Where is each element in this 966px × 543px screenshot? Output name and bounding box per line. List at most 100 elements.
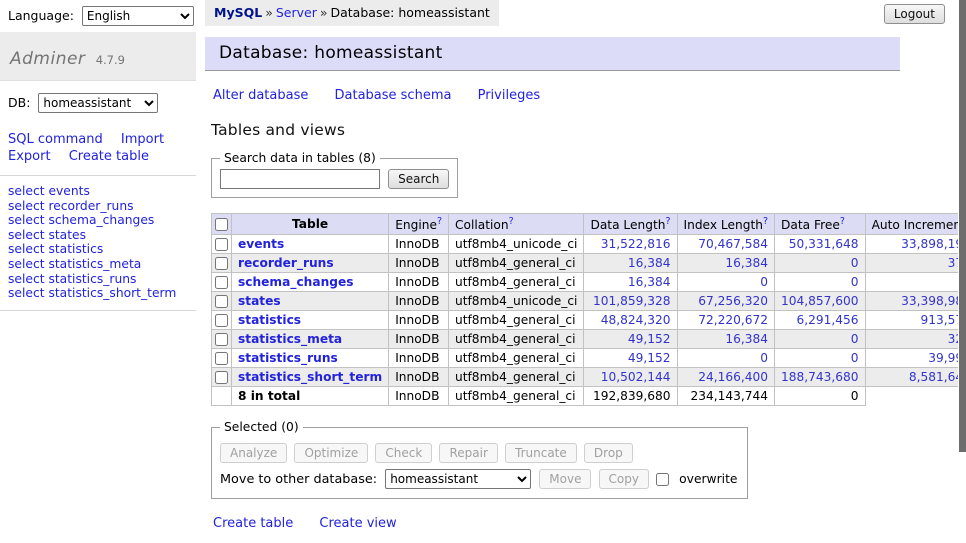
table-name-link[interactable]: statistics_meta (238, 332, 342, 346)
table-row: statistics_short_term InnoDB utf8mb4_gen… (212, 368, 966, 387)
row-checkbox[interactable] (215, 276, 228, 289)
table-name-link[interactable]: statistics_short_term (238, 370, 382, 384)
data-length-total-cell: 192,839,680 (584, 387, 677, 406)
search-fieldset: Search data in tables (8) Search (211, 151, 458, 198)
select-schema-changes-link[interactable]: select schema_changes (8, 213, 154, 227)
table-row: schema_changes InnoDB utf8mb4_general_ci… (212, 273, 966, 292)
table-name-link[interactable]: statistics_runs (238, 351, 338, 365)
collation-cell: utf8mb4_general_ci (449, 387, 584, 406)
row-checkbox[interactable] (215, 314, 228, 327)
list-item: select statistics_runs (8, 272, 188, 287)
sidebar-actions: SQL command Import Export Create table (0, 123, 196, 176)
table-row: statistics_runs InnoDB utf8mb4_general_c… (212, 349, 966, 368)
data-length-cell: 10,502,144 (584, 368, 677, 387)
data-free-cell: 0 (775, 273, 866, 292)
data-free-total-cell: 0 (775, 387, 866, 406)
language-label: Language: (8, 8, 74, 23)
auto-increment-cell: 33,898,196 (865, 235, 966, 254)
help-link[interactable]: ? (840, 216, 845, 227)
index-length-cell: 16,384 (677, 330, 775, 349)
analyze-button[interactable]: Analyze (220, 443, 287, 463)
copy-button[interactable]: Copy (599, 469, 649, 489)
select-statistics-short-term-link[interactable]: select statistics_short_term (8, 286, 176, 300)
db-label: DB: (8, 95, 30, 110)
overwrite-checkbox[interactable] (656, 473, 669, 486)
data-free-cell: 104,857,600 (775, 292, 866, 311)
select-events-link[interactable]: select events (8, 184, 90, 198)
row-checkbox[interactable] (215, 371, 228, 384)
data-length-cell: 48,824,320 (584, 311, 677, 330)
row-checkbox[interactable] (215, 333, 228, 346)
data-free-cell: 0 (775, 349, 866, 368)
help-link[interactable]: ? (763, 216, 768, 227)
alter-database-link[interactable]: Alter database (213, 88, 308, 103)
move-database-select[interactable]: homeassistant (385, 469, 531, 489)
select-statistics-meta-link[interactable]: select statistics_meta (8, 257, 141, 271)
help-link[interactable]: ? (437, 216, 442, 227)
help-link[interactable]: ? (509, 216, 514, 227)
search-button[interactable]: Search (388, 169, 449, 189)
repair-button[interactable]: Repair (439, 443, 497, 463)
row-checkbox[interactable] (215, 257, 228, 270)
move-database-label: Move to other database: (220, 472, 377, 487)
search-legend: Search data in tables (8) (220, 151, 380, 165)
list-item: select states (8, 228, 188, 243)
breadcrumb: MySQL»Server»Database: homeassistant (205, 0, 499, 26)
optimize-button[interactable]: Optimize (294, 443, 368, 463)
create-table-link[interactable]: Create table (213, 516, 293, 531)
select-states-link[interactable]: select states (8, 228, 86, 242)
select-statistics-runs-link[interactable]: select statistics_runs (8, 272, 136, 286)
table-row: recorder_runs InnoDB utf8mb4_general_ci … (212, 254, 966, 273)
row-checkbox[interactable] (215, 352, 228, 365)
table-name-link[interactable]: states (238, 294, 281, 308)
scrollbar-thumb[interactable] (959, 0, 966, 452)
table-name-link[interactable]: schema_changes (238, 275, 353, 289)
breadcrumb-mysql-link[interactable]: MySQL (214, 5, 262, 20)
create-table-link-sidebar[interactable]: Create table (69, 149, 149, 164)
column-header-data-length: Data Length? (584, 214, 677, 235)
table-name-link[interactable]: recorder_runs (238, 256, 334, 270)
table-links-list: select events select recorder_runs selec… (0, 176, 196, 311)
row-checkbox[interactable] (215, 238, 228, 251)
select-statistics-link[interactable]: select statistics (8, 242, 103, 256)
data-free-cell: 6,291,456 (775, 311, 866, 330)
collation-cell: utf8mb4_general_ci (449, 330, 584, 349)
collation-cell: utf8mb4_unicode_ci (449, 292, 584, 311)
select-all-checkbox[interactable] (215, 218, 228, 231)
auto-increment-cell: 378 (865, 254, 966, 273)
index-length-cell: 70,467,584 (677, 235, 775, 254)
help-link[interactable]: ? (665, 216, 670, 227)
privileges-link[interactable]: Privileges (478, 88, 541, 103)
export-link[interactable]: Export (8, 149, 51, 164)
list-item: select schema_changes (8, 213, 188, 228)
table-total-row: 8 in total InnoDB utf8mb4_general_ci 192… (212, 387, 966, 406)
collation-cell: utf8mb4_unicode_ci (449, 235, 584, 254)
table-name-link[interactable]: events (238, 237, 284, 251)
logout-button[interactable]: Logout (884, 4, 945, 24)
create-view-link[interactable]: Create view (319, 516, 396, 531)
move-button[interactable]: Move (539, 469, 591, 489)
database-schema-link[interactable]: Database schema (335, 88, 452, 103)
select-recorder-runs-link[interactable]: select recorder_runs (8, 199, 134, 213)
truncate-button[interactable]: Truncate (505, 443, 577, 463)
db-select[interactable]: homeassistant (38, 93, 158, 113)
table-name-link[interactable]: statistics (238, 313, 301, 327)
adminer-page: Language: English Adminer 4.7.9 DB: home… (0, 0, 966, 543)
search-input[interactable] (220, 169, 380, 189)
list-item: select statistics_short_term (8, 286, 188, 301)
language-select[interactable]: English (82, 6, 194, 26)
sql-command-link[interactable]: SQL command (8, 132, 103, 147)
row-checkbox[interactable] (215, 295, 228, 308)
import-link[interactable]: Import (121, 132, 164, 147)
auto-increment-cell: 913,577 (865, 311, 966, 330)
check-button[interactable]: Check (375, 443, 432, 463)
tables-and-views-heading: Tables and views (211, 121, 958, 139)
breadcrumb-server-link[interactable]: Server (276, 5, 317, 20)
data-length-cell: 49,152 (584, 349, 677, 368)
index-length-cell: 24,166,400 (677, 368, 775, 387)
overwrite-label[interactable]: overwrite (679, 472, 737, 486)
page-title: Database: homeassistant (205, 37, 900, 71)
vertical-scrollbar[interactable] (958, 0, 966, 543)
brand-version: 4.7.9 (96, 53, 125, 67)
drop-button[interactable]: Drop (584, 443, 633, 463)
